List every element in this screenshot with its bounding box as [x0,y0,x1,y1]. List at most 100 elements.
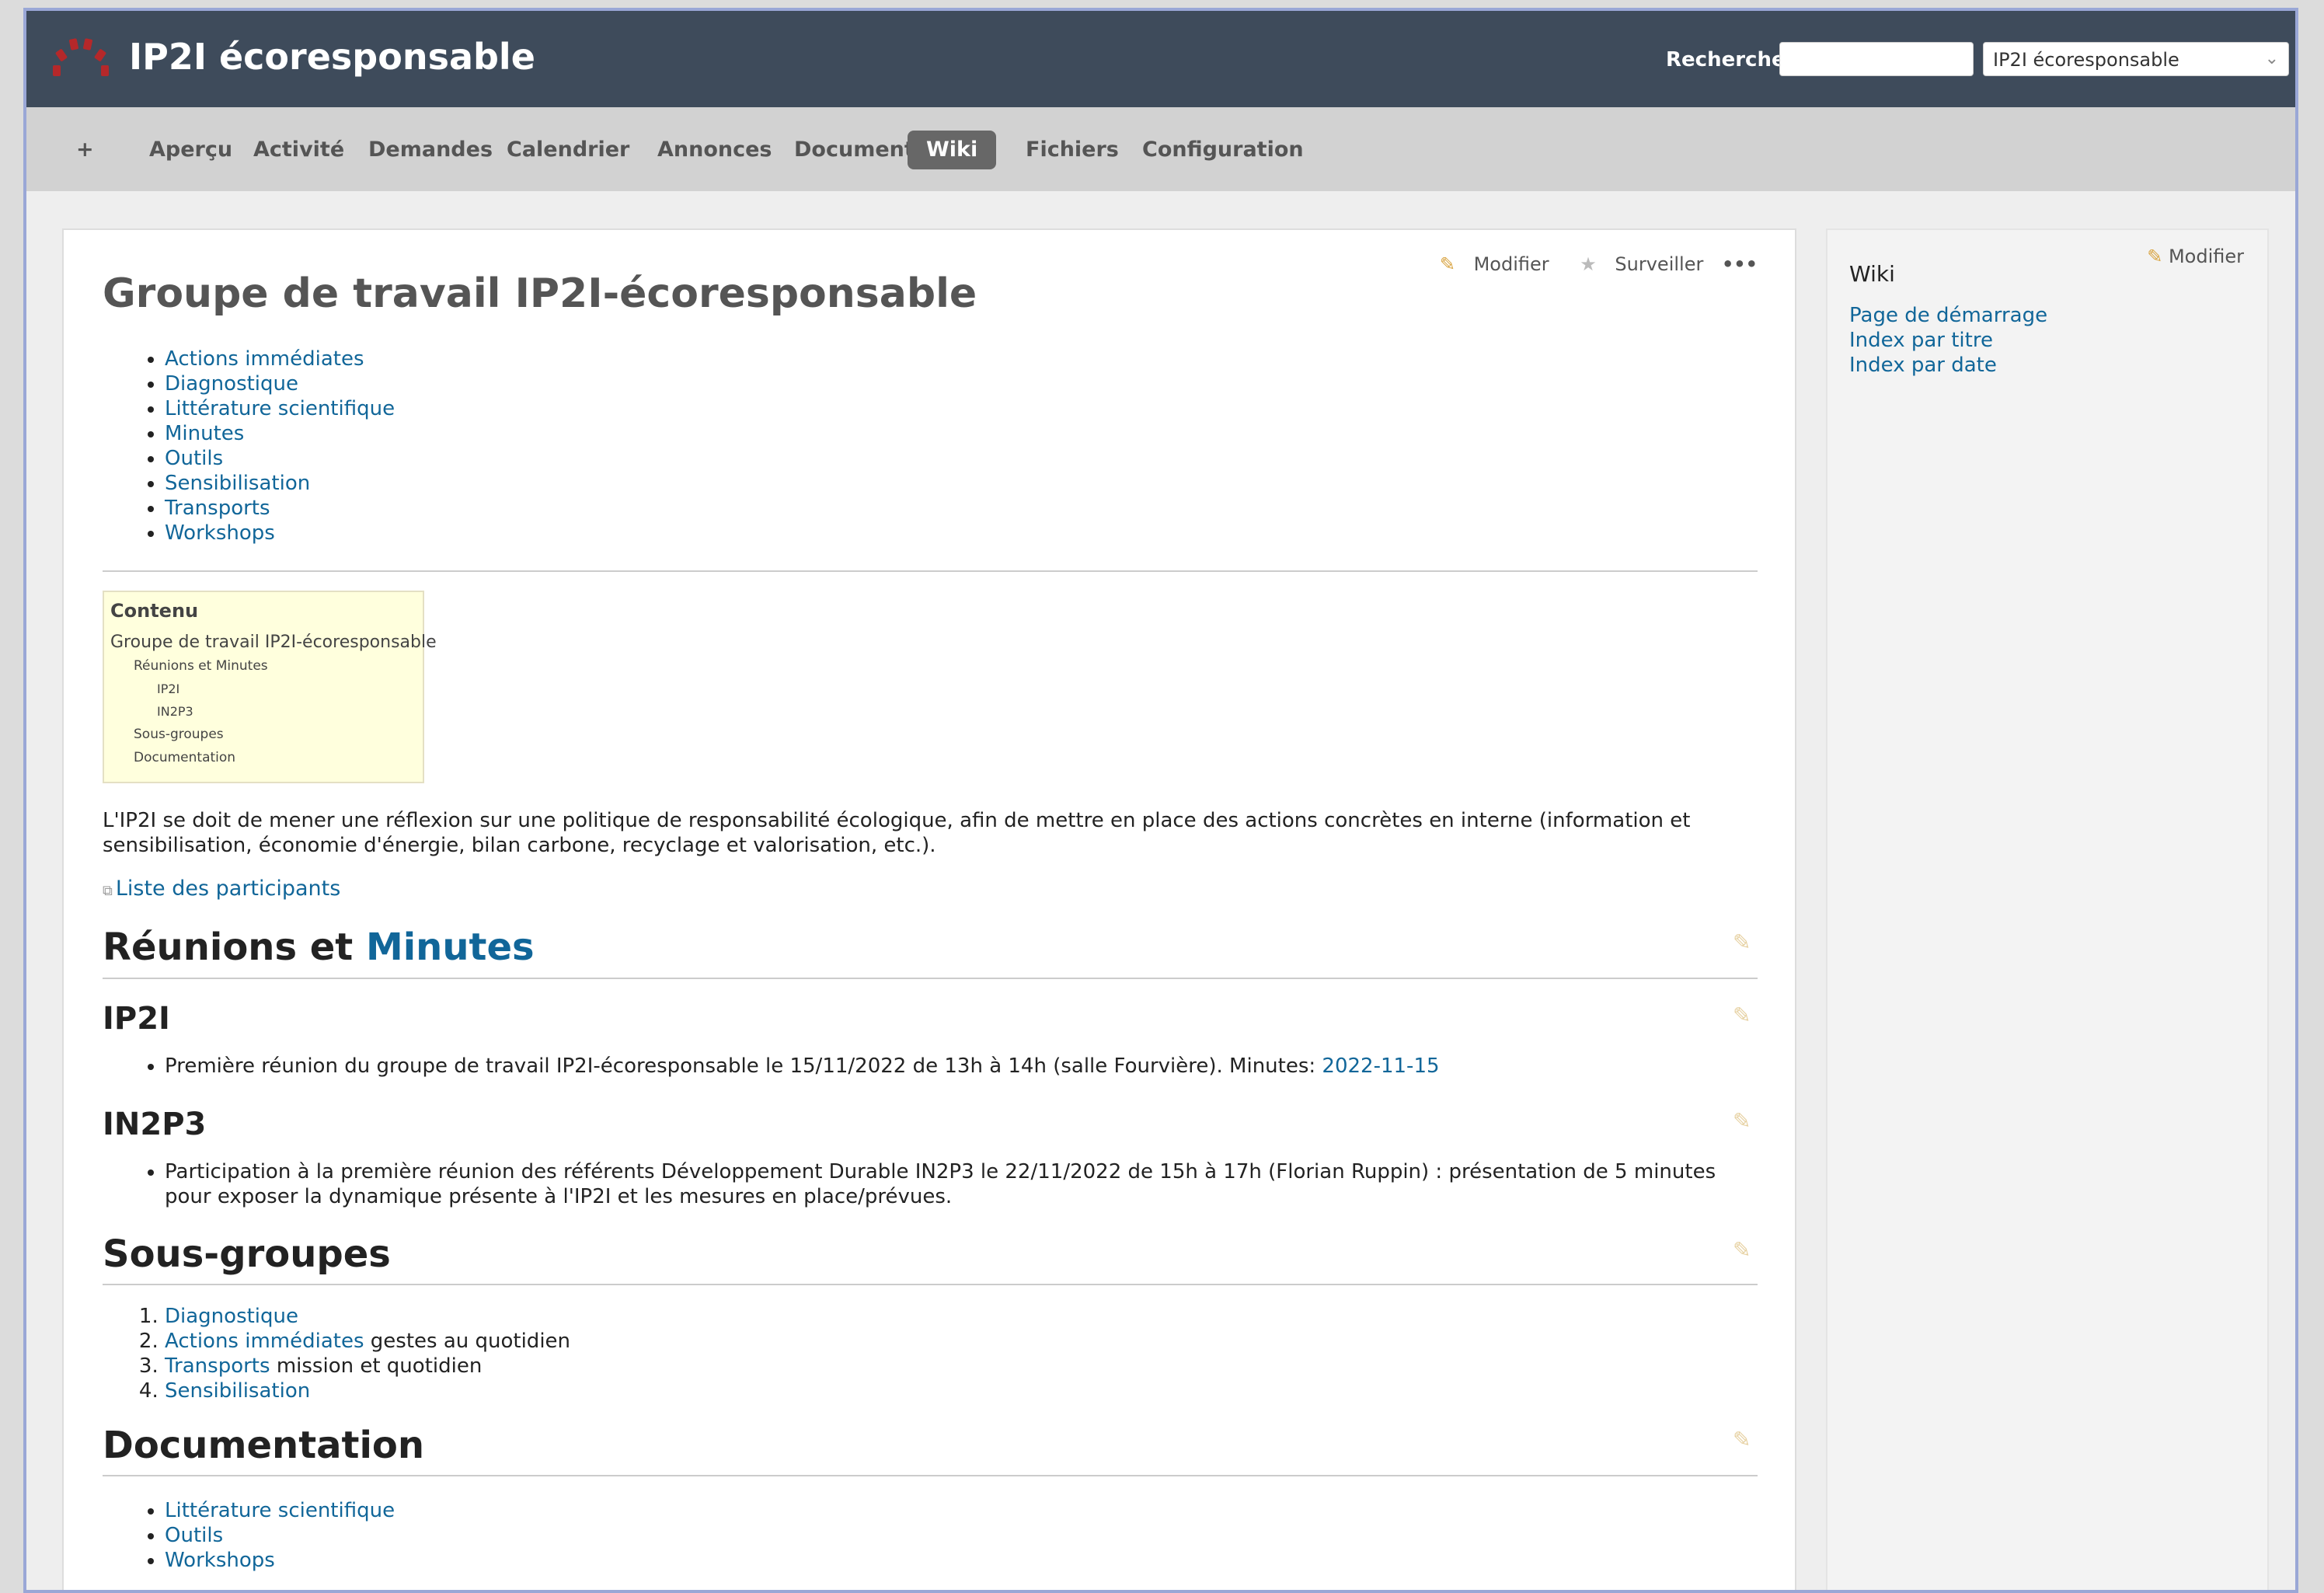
project-jump-select[interactable]: IP2I écoresponsable ⌄ [1983,42,2289,76]
sous-groupes-list: Diagnostique Actions immédiates gestes a… [103,1304,570,1403]
tab-wiki[interactable]: Wiki [908,131,997,169]
list-item: Workshops [165,521,395,546]
sidebar-link-index-date[interactable]: Index par date [1849,354,1997,377]
toc-item[interactable]: Documentation [110,750,416,765]
pencil-icon: ✎ [1439,253,1455,275]
edit-section-icon[interactable]: ✎ [1733,1427,1751,1452]
top-header: IP2I écoresponsable Recherche: IP2I écor… [26,11,2295,107]
wiki-link[interactable]: Workshops [165,521,275,545]
project-select-value: IP2I écoresponsable [1993,49,2179,71]
section-documentation-heading: Documentation [103,1424,425,1467]
more-actions-button[interactable]: ••• [1722,253,1758,275]
table-of-contents: Contenu Groupe de travail IP2I-écorespon… [103,591,437,783]
contextual-actions: ✎ Modifier ★ Surveiller ••• [1415,253,1758,275]
intro-paragraph: L'IP2I se doit de mener une réflexion su… [103,809,1691,857]
pencil-icon: ✎ [2147,246,2163,267]
edit-button[interactable]: ✎ Modifier [1427,253,1549,275]
divider [103,1475,1758,1476]
sidebar-title: Wiki [1849,261,1895,287]
sidebar: ✎ Modifier Wiki Page de démarrage Index … [1826,228,2269,1590]
divider [103,570,1758,572]
wiki-link[interactable]: Littérature scientifique [165,1499,395,1522]
browser-window: IP2I écoresponsable Recherche: IP2I écor… [23,8,2298,1593]
heading-text: Réunions et [103,925,366,969]
new-object-button[interactable]: + [57,131,113,169]
list-item: Actions immédiates [165,347,395,371]
toc-item[interactable]: Groupe de travail IP2I-écoresponsable [110,633,437,652]
edit-section-icon[interactable]: ✎ [1733,929,1751,955]
sidebar-edit-button[interactable]: ✎ Modifier [2147,246,2244,267]
tab-calendrier[interactable]: Calendrier [488,131,648,169]
page-title: Groupe de travail IP2I-écoresponsable [103,270,977,317]
wiki-link[interactable]: Actions immédiates [165,1330,364,1353]
list-item: Transports mission et quotidien [165,1354,570,1379]
wiki-link[interactable]: Sensibilisation [165,472,310,495]
app-title[interactable]: IP2I écoresponsable [129,36,535,78]
minutes-date-link[interactable]: 2022-11-15 [1322,1054,1439,1078]
section-in2p3-heading: IN2P3 [103,1107,207,1142]
redmine-logo-icon [53,38,109,76]
toc-item[interactable]: Sous-groupes [110,727,416,742]
sidebar-links: Page de démarrage Index par titre Index … [1849,303,2047,378]
tab-fichiers[interactable]: Fichiers [1007,131,1138,169]
section-ip2i-heading: IP2I [103,1001,170,1037]
participants-link-wrapper: ⧉ Liste des participants [103,877,340,901]
collapse-icon[interactable]: ⧉ [103,883,113,899]
search-label: Recherche: [1666,48,1793,71]
wiki-link[interactable]: Outils [165,1524,223,1547]
wiki-link[interactable]: Transports [165,1354,270,1378]
documentation-list: Littérature scientifique Outils Workshop… [103,1498,1750,1573]
toc-title: Contenu [110,600,199,622]
list-item: Première réunion du groupe de travail IP… [165,1054,1750,1079]
list-item: Actions immédiates gestes au quotidien [165,1329,570,1354]
sidebar-link-start-page[interactable]: Page de démarrage [1849,304,2047,327]
wiki-link[interactable]: Littérature scientifique [165,397,395,420]
edit-section-icon[interactable]: ✎ [1733,1002,1751,1028]
list-item: Littérature scientifique [165,1498,1750,1523]
list-item: Minutes [165,421,395,446]
toc-item[interactable]: IP2I [110,681,416,696]
divider [103,1284,1758,1285]
wiki-link[interactable]: Minutes [165,422,244,445]
tab-activite[interactable]: Activité [235,131,363,169]
toc-item[interactable]: IN2P3 [110,704,416,719]
tab-demandes[interactable]: Demandes [350,131,511,169]
wiki-link[interactable]: Actions immédiates [165,347,364,371]
list-item: Sensibilisation [165,471,395,496]
top-links-list: Actions immédiates Diagnostique Littérat… [103,347,395,546]
toc-item[interactable]: Réunions et Minutes [110,658,416,674]
search-input[interactable] [1779,42,1974,76]
main-menu: + Aperçu Activité Demandes Calendrier An… [26,107,2295,191]
list-item: Workshops [165,1548,1750,1573]
list-item: Outils [165,446,395,471]
list-item: Sensibilisation [165,1379,570,1403]
wiki-link[interactable]: Sensibilisation [165,1379,310,1403]
list-item: Littérature scientifique [165,396,395,421]
participants-link[interactable]: Liste des participants [116,877,340,901]
wiki-link[interactable]: Diagnostique [165,1305,298,1328]
edit-section-icon[interactable]: ✎ [1733,1108,1751,1134]
minutes-heading-link[interactable]: Minutes [366,925,535,969]
wiki-content: ✎ Modifier ★ Surveiller ••• Groupe de tr… [62,228,1796,1590]
section-reunions-heading: Réunions et Minutes [103,925,535,969]
section-sous-groupes-heading: Sous-groupes [103,1232,391,1276]
in2p3-list: Participation à la première réunion des … [103,1159,1750,1209]
star-icon: ★ [1580,253,1597,275]
wiki-link[interactable]: Diagnostique [165,372,298,396]
edit-section-icon[interactable]: ✎ [1733,1237,1751,1263]
list-item: Transports [165,496,395,521]
sidebar-link-index-title[interactable]: Index par titre [1849,329,1993,352]
wiki-link[interactable]: Transports [165,497,270,520]
list-item: Outils [165,1523,1750,1548]
list-item: Participation à la première réunion des … [165,1159,1750,1209]
tab-configuration[interactable]: Configuration [1124,131,1322,169]
list-item: Diagnostique [165,371,395,396]
watch-button[interactable]: ★ Surveiller [1567,253,1703,275]
list-item: Diagnostique [165,1304,570,1329]
chevron-down-icon: ⌄ [2264,49,2279,68]
divider [103,978,1758,979]
tab-annonces[interactable]: Annonces [639,131,791,169]
wiki-link[interactable]: Outils [165,447,223,470]
tab-apercu[interactable]: Aperçu [131,131,251,169]
wiki-link[interactable]: Workshops [165,1549,275,1572]
